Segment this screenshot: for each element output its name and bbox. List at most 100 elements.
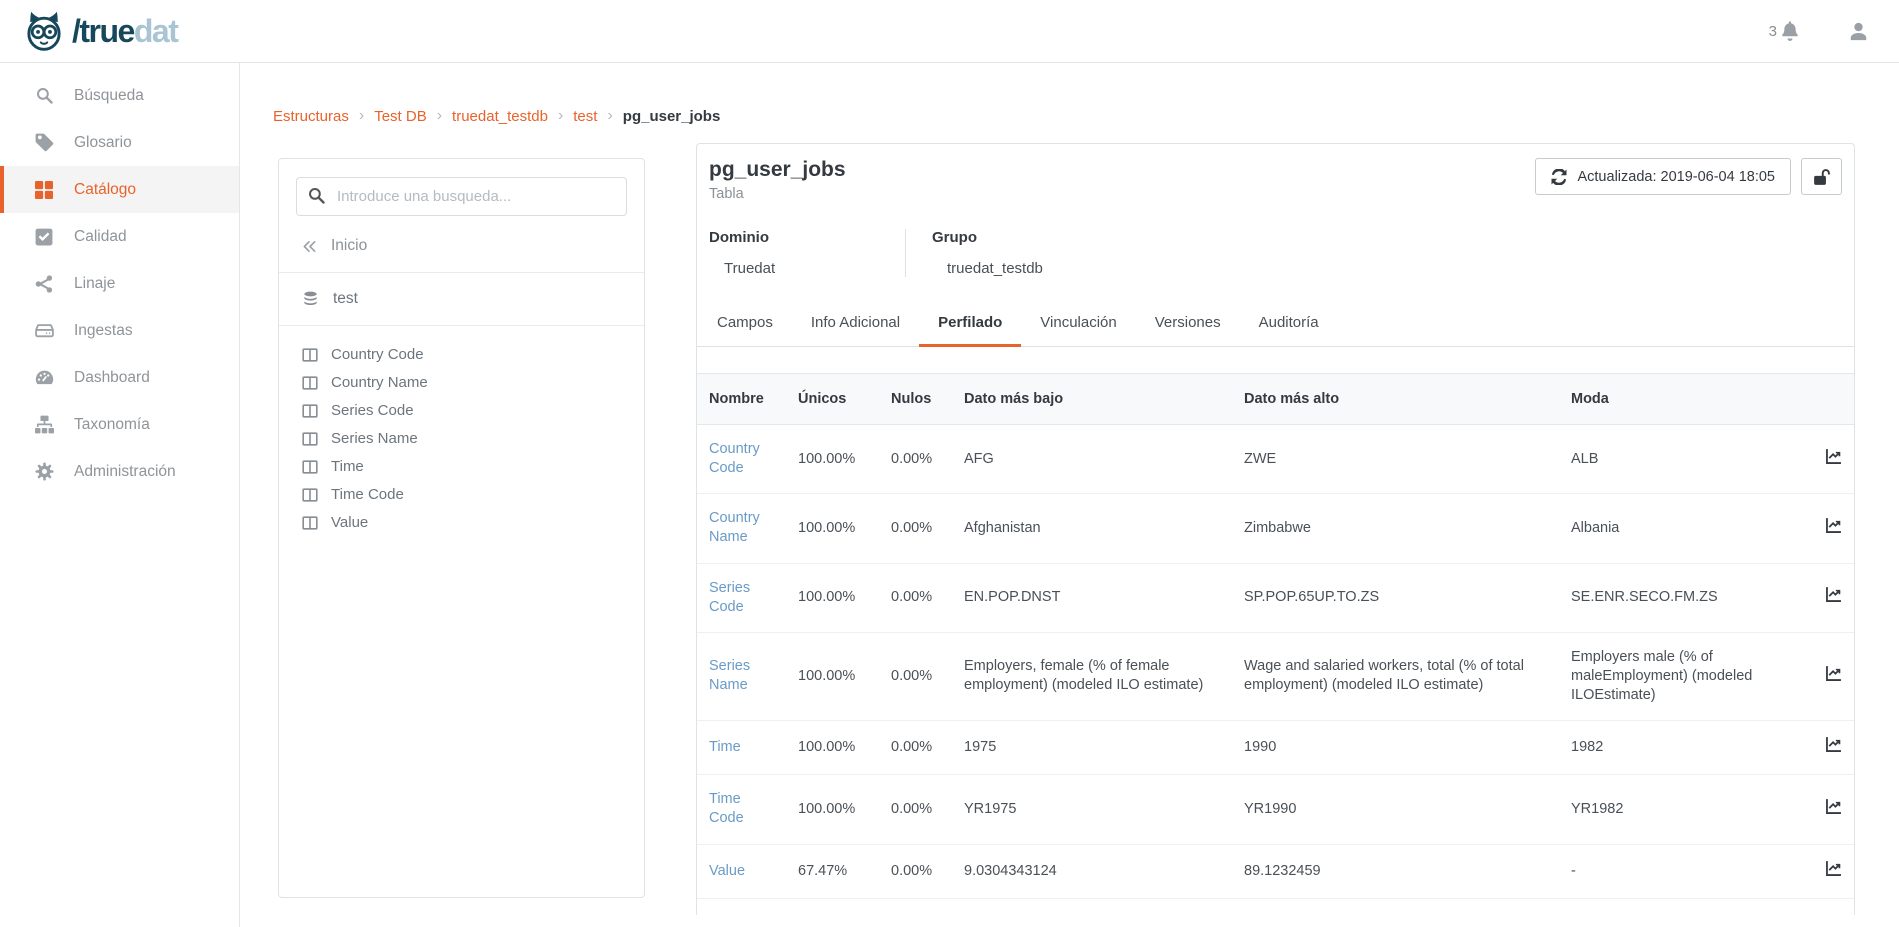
chart-line-icon[interactable] — [1825, 798, 1842, 815]
structure-detail-card: pg_user_jobs Tabla Actualizada: 2019-06-… — [696, 143, 1855, 915]
gear-icon — [34, 462, 54, 481]
tree-search-input[interactable] — [296, 177, 627, 216]
profile-table-row: Value 67.47% 0.00% 9.0304343124 89.12324… — [697, 844, 1854, 898]
chart-line-icon[interactable] — [1825, 860, 1842, 877]
chart-line-icon[interactable] — [1825, 665, 1842, 682]
unique-percent-cell: 100.00% — [786, 632, 879, 720]
sidebar-item[interactable]: Catálogo — [0, 166, 239, 213]
metadata-field: Dominio Truedat — [709, 229, 905, 277]
nulls-percent-cell: 0.00% — [879, 775, 952, 844]
tree-parent-item[interactable]: test — [302, 290, 627, 308]
sidebar-item-label: Dashboard — [74, 369, 150, 387]
field-name-link[interactable]: Time — [709, 739, 741, 755]
breadcrumb-link[interactable]: Estructuras — [273, 108, 349, 125]
tab[interactable]: Auditoría — [1240, 302, 1338, 347]
metadata-section: Dominio Truedat Grupo truedat_testdb — [709, 229, 1842, 277]
mode-value-cell: Employers male (% of maleEmployment) (mo… — [1559, 632, 1799, 720]
tab[interactable]: Vinculación — [1021, 302, 1135, 347]
field-name-link[interactable]: Value — [709, 863, 745, 879]
columns-icon — [302, 431, 318, 447]
page-title: pg_user_jobs — [709, 158, 846, 182]
breadcrumb-separator: › — [607, 107, 612, 125]
tree-field-label: Time Code — [331, 486, 404, 503]
tree-field-item[interactable]: Country Code — [302, 346, 627, 363]
chart-line-icon[interactable] — [1825, 448, 1842, 465]
sidebar-item[interactable]: Administración — [0, 448, 239, 495]
tags-icon — [34, 133, 54, 152]
tab[interactable]: Versiones — [1136, 302, 1240, 347]
tree-field-item[interactable]: Series Name — [302, 430, 627, 447]
mode-value-cell: Albania — [1559, 494, 1799, 563]
tree-back-button[interactable]: Inicio — [302, 237, 627, 255]
user-icon[interactable] — [1848, 21, 1869, 42]
sidebar-item-label: Glosario — [74, 134, 132, 152]
check-square-icon — [34, 228, 54, 246]
tab[interactable]: Perfilado — [919, 302, 1021, 347]
tree-field-label: Series Name — [331, 430, 418, 447]
tree-back-label: Inicio — [331, 237, 367, 255]
truedat-logo[interactable]: /truedat — [22, 10, 177, 52]
profiling-table: Nombre Únicos Nulos Dato más bajo Dato m… — [697, 373, 1854, 899]
chart-line-icon[interactable] — [1825, 736, 1842, 753]
nulls-percent-cell: 0.00% — [879, 494, 952, 563]
tree-field-label: Country Name — [331, 374, 428, 391]
lowest-value-cell: 9.0304343124 — [952, 844, 1232, 898]
notifications-button[interactable]: 3 — [1769, 21, 1800, 41]
tree-parent-label: test — [333, 290, 358, 308]
table-column-header: Nombre — [697, 374, 786, 425]
tree-field-item[interactable]: Country Name — [302, 374, 627, 391]
tree-field-item[interactable]: Value — [302, 514, 627, 531]
unlock-icon — [1813, 168, 1831, 186]
sidebar-item[interactable]: Taxonomía — [0, 401, 239, 448]
columns-icon — [302, 375, 318, 391]
field-name-link[interactable]: Country Name — [709, 510, 760, 545]
chart-line-icon[interactable] — [1825, 586, 1842, 603]
sidebar-item[interactable]: Calidad — [0, 213, 239, 260]
tree-field-item[interactable]: Time Code — [302, 486, 627, 503]
field-name-link[interactable]: Time Code — [709, 791, 744, 826]
refresh-icon — [1551, 169, 1567, 185]
breadcrumb-link[interactable]: truedat_testdb — [452, 108, 548, 125]
metadata-label: Dominio — [709, 229, 875, 246]
table-column-header: Dato más alto — [1232, 374, 1559, 425]
sidebar-item-label: Búsqueda — [74, 87, 144, 105]
top-navbar: /truedat 3 — [0, 0, 1899, 63]
breadcrumb-link[interactable]: test — [573, 108, 597, 125]
share-icon — [34, 275, 54, 293]
lowest-value-cell: YR1975 — [952, 775, 1232, 844]
sidebar-item-label: Catálogo — [74, 181, 136, 199]
breadcrumb-link[interactable]: Test DB — [374, 108, 427, 125]
field-name-link[interactable]: Series Name — [709, 658, 750, 693]
sidebar-item[interactable]: Ingestas — [0, 307, 239, 354]
sidebar-item[interactable]: Búsqueda — [0, 72, 239, 119]
sidebar-item[interactable]: Linaje — [0, 260, 239, 307]
metadata-field: Grupo truedat_testdb — [905, 229, 1101, 277]
field-name-link[interactable]: Series Code — [709, 580, 750, 615]
tab[interactable]: Campos — [698, 302, 792, 347]
lowest-value-cell: Afghanistan — [952, 494, 1232, 563]
mode-value-cell: 1982 — [1559, 721, 1799, 775]
table-column-header: Únicos — [786, 374, 879, 425]
breadcrumb-separator: › — [437, 107, 442, 125]
main-sidebar: Búsqueda Glosario Catálogo Calidad — [0, 63, 240, 927]
refresh-updated-button[interactable]: Actualizada: 2019-06-04 18:05 — [1535, 158, 1791, 195]
unique-percent-cell: 67.47% — [786, 844, 879, 898]
sidebar-item[interactable]: Dashboard — [0, 354, 239, 401]
highest-value-cell: ZWE — [1232, 425, 1559, 494]
lowest-value-cell: EN.POP.DNST — [952, 563, 1232, 632]
sidebar-item[interactable]: Glosario — [0, 119, 239, 166]
sitemap-icon — [34, 415, 54, 434]
tab[interactable]: Info Adicional — [792, 302, 919, 347]
gauge-icon — [34, 368, 54, 387]
columns-icon — [302, 403, 318, 419]
lock-toggle-button[interactable] — [1801, 158, 1842, 195]
tree-field-item[interactable]: Time — [302, 458, 627, 475]
chart-line-icon[interactable] — [1825, 517, 1842, 534]
highest-value-cell: SP.POP.65UP.TO.ZS — [1232, 563, 1559, 632]
field-name-link[interactable]: Country Code — [709, 441, 760, 476]
actions-column-header — [1799, 374, 1854, 425]
tree-field-label: Series Code — [331, 402, 414, 419]
mode-value-cell: YR1982 — [1559, 775, 1799, 844]
tree-field-item[interactable]: Series Code — [302, 402, 627, 419]
profile-table-row: Country Code 100.00% 0.00% AFG ZWE ALB — [697, 425, 1854, 494]
